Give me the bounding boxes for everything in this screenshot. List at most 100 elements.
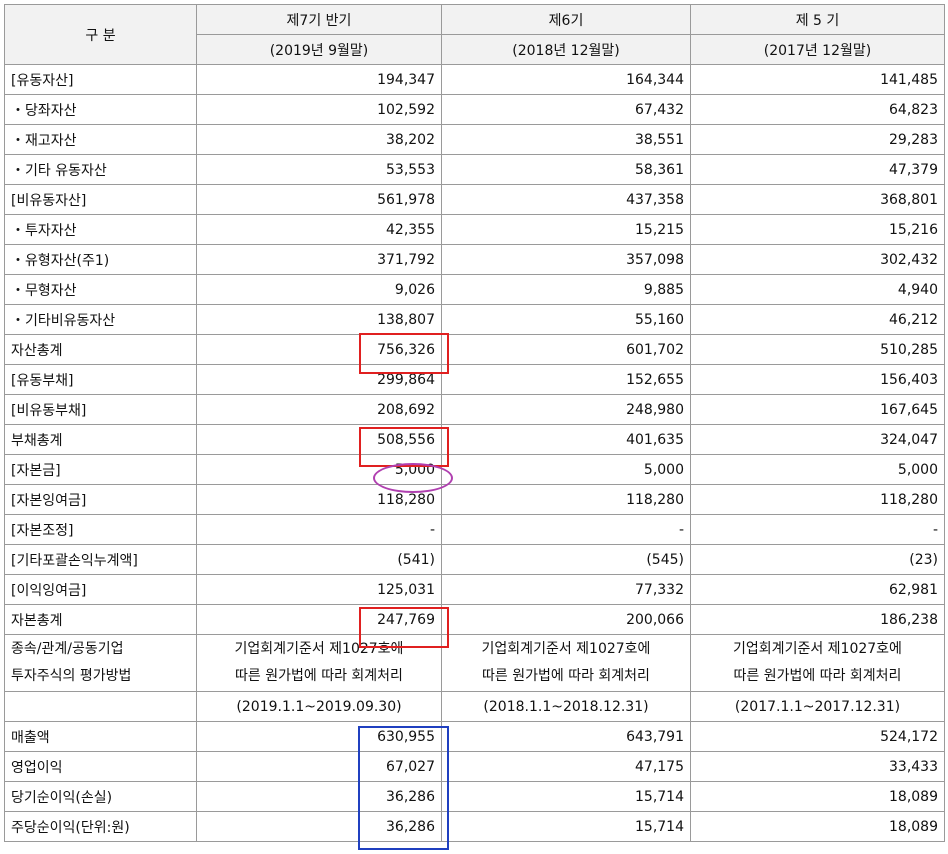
method-label-line1: 종속/관계/공동기업 (11, 641, 124, 657)
table-row: 매출액 630,955 643,791 524,172 (4, 721, 945, 752)
table-row: ・재고자산 38,202 38,551 29,283 (4, 124, 945, 155)
highlight-total-assets (359, 333, 449, 374)
table-row: [비유동부채] 208,692 248,980 167,645 (4, 394, 945, 425)
table-row: ・당좌자산 102,592 67,432 64,823 (4, 94, 945, 125)
method-text-line2: 따른 원가법에 따라 회계처리 (235, 668, 403, 684)
table-row: [유동부채] 299,864 152,655 156,403 (4, 364, 945, 395)
header-row: 구 분 제7기 반기 제6기 제 5 기 (4, 4, 945, 65)
row-value: 64,823 (690, 94, 945, 125)
table-row: ・유형자산(주1) 371,792 357,098 302,432 (4, 244, 945, 275)
row-label: 부채총계 (4, 424, 197, 455)
row-value: 200,066 (441, 604, 691, 635)
income-period: (2019.1.1~2019.09.30) (196, 691, 442, 722)
row-value: 102,592 (196, 94, 442, 125)
income-value: 524,172 (690, 721, 945, 752)
row-value: 46,212 (690, 304, 945, 335)
table-row: 자산총계 756,326 601,702 510,285 (4, 334, 945, 365)
table-row: ・투자자산 42,355 15,215 15,216 (4, 214, 945, 245)
row-label: ・재고자산 (4, 124, 197, 155)
row-value: (541) (196, 544, 442, 575)
row-value: - (196, 514, 442, 545)
table-row: ・무형자산 9,026 9,885 4,940 (4, 274, 945, 305)
table-row: [자본조정] - - - (4, 514, 945, 545)
row-label: [이익잉여금] (4, 574, 197, 605)
row-value: 118,280 (690, 484, 945, 515)
income-label: 주당순이익(단위:원) (4, 811, 197, 842)
table-row: ・기타 유동자산 53,553 58,361 47,379 (4, 154, 945, 185)
row-value: 248,980 (441, 394, 691, 425)
financial-summary-table: 구 분 제7기 반기 제6기 제 5 기 (2019년 9월말) (2018년 … (4, 4, 945, 842)
table-row: 주당순이익(단위:원) 36,286 15,714 18,089 (4, 811, 945, 842)
table-row: [이익잉여금] 125,031 77,332 62,981 (4, 574, 945, 605)
row-value: 118,280 (441, 484, 691, 515)
row-value: 141,485 (690, 64, 945, 95)
row-value: 138,807 (196, 304, 442, 335)
row-value: 437,358 (441, 184, 691, 215)
row-value: 4,940 (690, 274, 945, 305)
row-label: ・당좌자산 (4, 94, 197, 125)
table-row: 당기순이익(손실) 36,286 15,714 18,089 (4, 781, 945, 812)
table-row: [비유동자산] 561,978 437,358 368,801 (4, 184, 945, 215)
row-value: 42,355 (196, 214, 442, 245)
row-label: [자본잉여금] (4, 484, 197, 515)
row-value: (545) (441, 544, 691, 575)
income-value: 643,791 (441, 721, 691, 752)
income-value: 15,714 (441, 811, 691, 842)
row-value: 371,792 (196, 244, 442, 275)
period-date-2: (2018년 12월말) (441, 34, 691, 65)
table-row: [자본잉여금] 118,280 118,280 118,280 (4, 484, 945, 515)
valuation-method-label: 종속/관계/공동기업투자주식의 평가방법 (4, 634, 197, 692)
period-name-2: 제6기 (441, 4, 691, 35)
row-value: 67,432 (441, 94, 691, 125)
row-label: ・무형자산 (4, 274, 197, 305)
row-value: 302,432 (690, 244, 945, 275)
method-text-line2: 따른 원가법에 따라 회계처리 (482, 668, 650, 684)
row-value: 15,215 (441, 214, 691, 245)
row-value: - (690, 514, 945, 545)
method-text-line1: 기업회계기준서 제1027호에 (733, 641, 902, 657)
period-date-1: (2019년 9월말) (196, 34, 442, 65)
table-row: 부채총계 508,556 401,635 324,047 (4, 424, 945, 455)
highlight-total-equity (359, 607, 449, 648)
row-label: 자산총계 (4, 334, 197, 365)
row-value: 9,026 (196, 274, 442, 305)
income-value: 18,089 (690, 781, 945, 812)
row-value: 38,202 (196, 124, 442, 155)
period-name-3: 제 5 기 (690, 4, 945, 35)
row-value: 58,361 (441, 154, 691, 185)
row-value: 368,801 (690, 184, 945, 215)
row-value: 62,981 (690, 574, 945, 605)
row-value: 324,047 (690, 424, 945, 455)
row-value: 357,098 (441, 244, 691, 275)
income-period: (2018.1.1~2018.12.31) (441, 691, 691, 722)
row-value: 164,344 (441, 64, 691, 95)
row-value: 125,031 (196, 574, 442, 605)
period-name-1: 제7기 반기 (196, 4, 442, 35)
row-value: 401,635 (441, 424, 691, 455)
row-value: 53,553 (196, 154, 442, 185)
row-value: 156,403 (690, 364, 945, 395)
category-header: 구 분 (4, 4, 197, 65)
table-row: ・기타비유동자산 138,807 55,160 46,212 (4, 304, 945, 335)
income-value: 33,433 (690, 751, 945, 782)
row-value: 194,347 (196, 64, 442, 95)
row-label: [비유동부채] (4, 394, 197, 425)
income-value: 18,089 (690, 811, 945, 842)
income-value: 47,175 (441, 751, 691, 782)
income-period: (2017.1.1~2017.12.31) (690, 691, 945, 722)
row-value: 601,702 (441, 334, 691, 365)
income-period-row: (2019.1.1~2019.09.30) (2018.1.1~2018.12.3… (4, 691, 945, 722)
income-period-blank (4, 691, 197, 722)
row-label: ・기타 유동자산 (4, 154, 197, 185)
table-row: [자본금] 5,000 5,000 5,000 (4, 454, 945, 485)
highlight-income-values (358, 726, 449, 850)
row-value: 38,551 (441, 124, 691, 155)
income-label: 영업이익 (4, 751, 197, 782)
row-value: 208,692 (196, 394, 442, 425)
valuation-method-row: 종속/관계/공동기업투자주식의 평가방법 기업회계기준서 제1027호에따른 원가… (4, 634, 945, 692)
row-label: [유동부채] (4, 364, 197, 395)
row-label: ・기타비유동자산 (4, 304, 197, 335)
table-row: [유동자산] 194,347 164,344 141,485 (4, 64, 945, 95)
method-label-line2: 투자주식의 평가방법 (11, 668, 132, 684)
row-label: [자본금] (4, 454, 197, 485)
